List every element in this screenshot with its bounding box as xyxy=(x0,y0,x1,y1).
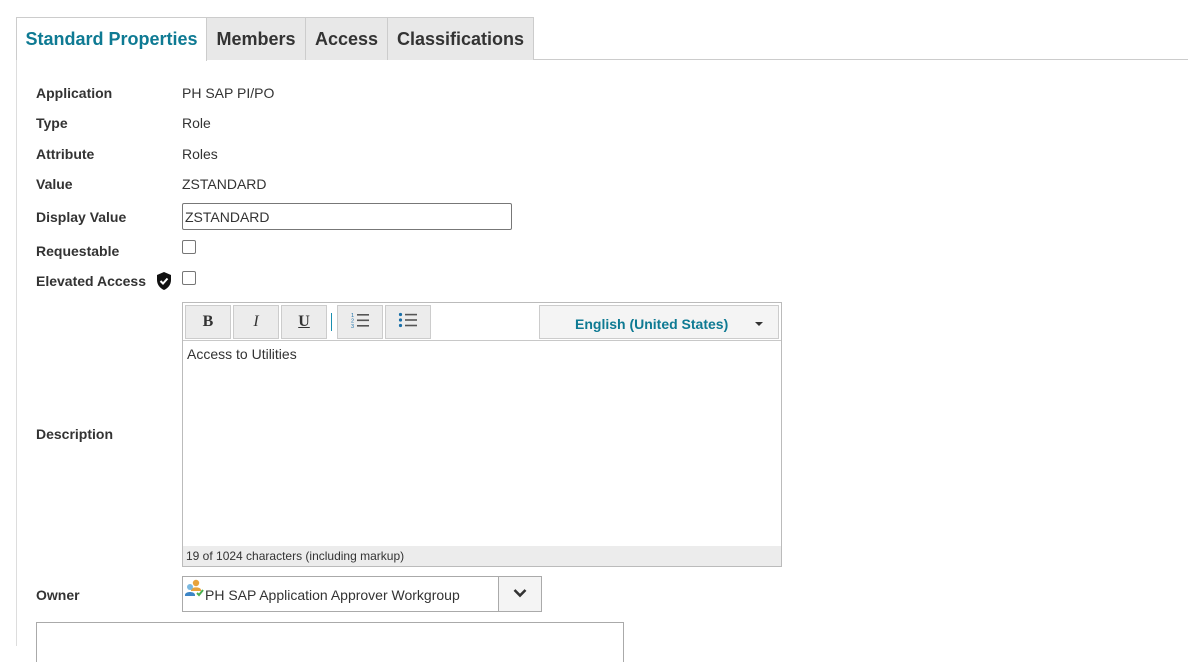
type-value: Role xyxy=(182,115,211,131)
ordered-list-icon: 1 2 3 xyxy=(350,311,370,334)
chevron-down-icon xyxy=(513,585,527,603)
owner-value: PH SAP Application Approver Workgroup xyxy=(205,587,460,603)
owner-select[interactable]: PH SAP Application Approver Workgroup xyxy=(182,576,542,612)
tab-access[interactable]: Access xyxy=(305,17,388,60)
tab-members[interactable]: Members xyxy=(206,17,306,60)
tab-bar: Standard Properties Members Access Class… xyxy=(16,17,1188,61)
character-count: 19 of 1024 characters (including markup) xyxy=(183,546,781,566)
unordered-list-icon xyxy=(398,311,418,334)
shield-check-icon xyxy=(155,271,173,291)
elevated-access-checkbox[interactable] xyxy=(182,271,196,285)
application-label: Application xyxy=(36,85,113,101)
attribute-value: Roles xyxy=(182,146,218,162)
editor-toolbar: B I U 1 2 3 English (United States) xyxy=(183,303,781,341)
requestable-label: Requestable xyxy=(36,243,120,259)
language-label: English (United States) xyxy=(575,316,729,332)
workgroup-icon xyxy=(184,578,204,598)
owner-label: Owner xyxy=(36,587,80,603)
description-editor: B I U 1 2 3 English (United States) Acce… xyxy=(182,302,782,567)
requestable-checkbox[interactable] xyxy=(182,240,196,254)
caret-down-icon xyxy=(755,322,763,326)
svg-text:3: 3 xyxy=(351,324,354,329)
editor-content[interactable]: Access to Utilities xyxy=(187,346,297,362)
tab-standard-properties[interactable]: Standard Properties xyxy=(16,17,207,61)
display-value-input[interactable] xyxy=(182,203,512,230)
display-value-label: Display Value xyxy=(36,209,127,225)
ordered-list-button[interactable]: 1 2 3 xyxy=(337,305,383,339)
italic-button[interactable]: I xyxy=(233,305,279,339)
panel-border xyxy=(16,60,17,646)
underline-button[interactable]: U xyxy=(281,305,327,339)
value-label: Value xyxy=(36,176,73,192)
toolbar-divider xyxy=(331,313,332,331)
attribute-label: Attribute xyxy=(36,146,95,162)
owner-dropdown-button[interactable] xyxy=(498,577,541,611)
description-label: Description xyxy=(36,426,114,442)
additional-field-box[interactable] xyxy=(36,622,624,662)
unordered-list-button[interactable] xyxy=(385,305,431,339)
language-dropdown[interactable]: English (United States) xyxy=(539,305,779,339)
type-label: Type xyxy=(36,115,68,131)
application-value: PH SAP PI/PO xyxy=(182,85,275,101)
bold-button[interactable]: B xyxy=(185,305,231,339)
elevated-access-label: Elevated Access xyxy=(36,273,146,289)
value-value: ZSTANDARD xyxy=(182,176,267,192)
tab-classifications[interactable]: Classifications xyxy=(387,17,534,60)
